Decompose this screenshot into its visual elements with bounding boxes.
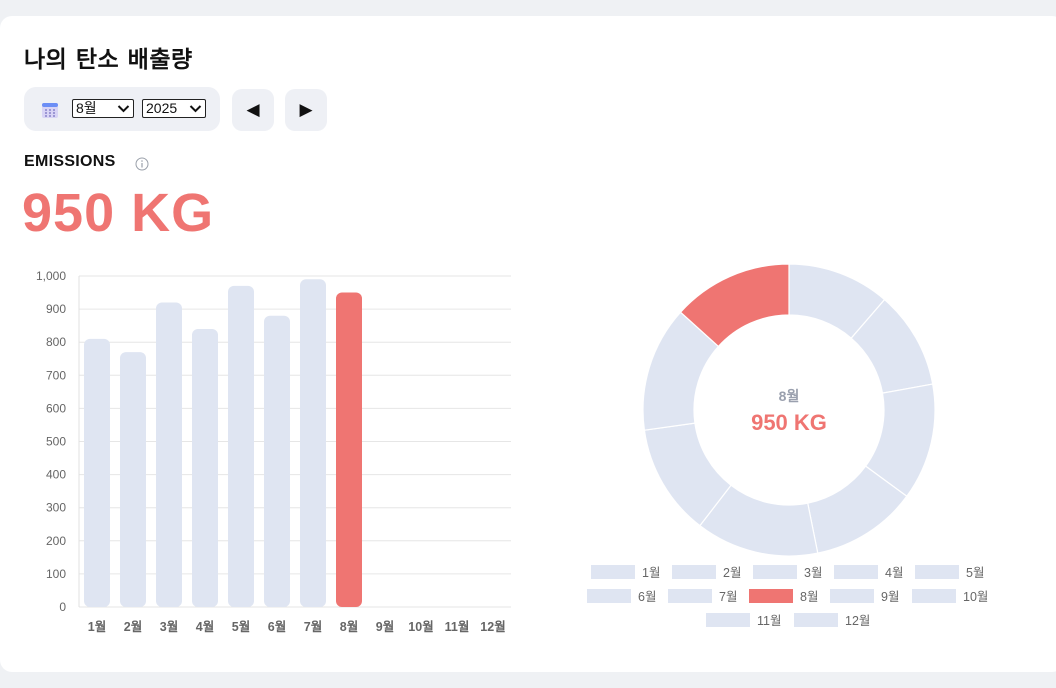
y-tick-label: 400 bbox=[46, 468, 66, 482]
legend-label: 12월 bbox=[845, 614, 870, 628]
legend-label: 1월 bbox=[642, 566, 660, 580]
y-tick-label: 0 bbox=[59, 600, 66, 614]
legend-label: 6월 bbox=[638, 590, 656, 604]
y-tick-label: 900 bbox=[46, 302, 66, 316]
bar bbox=[156, 302, 182, 607]
x-tick-label: 2월 bbox=[124, 619, 142, 634]
legend-swatch bbox=[668, 589, 712, 603]
y-tick-label: 500 bbox=[46, 435, 66, 449]
legend-swatch bbox=[834, 565, 878, 579]
y-tick-label: 700 bbox=[46, 368, 66, 382]
bar bbox=[120, 352, 146, 607]
x-tick-label: 12월 bbox=[480, 619, 505, 634]
charts-canvas: 0 100 200 300 400 500 600 700 800 900 1,000 1월 2월 3월 4… bbox=[36, 263, 988, 634]
legend-swatch bbox=[706, 613, 750, 627]
bar bbox=[228, 285, 254, 607]
legend-swatch bbox=[753, 565, 797, 579]
x-tick-label: 6월 bbox=[268, 619, 286, 634]
x-tick-label: 7월 bbox=[304, 619, 322, 634]
x-tick-label: 10월 bbox=[408, 619, 433, 634]
x-tick-label: 11월 bbox=[445, 619, 470, 634]
legend-swatch bbox=[672, 565, 716, 579]
bar bbox=[264, 315, 290, 607]
y-tick-label: 100 bbox=[46, 567, 66, 581]
legend-swatch bbox=[587, 589, 631, 603]
legend-swatch bbox=[794, 613, 838, 627]
x-tick-label: 3월 bbox=[160, 619, 178, 634]
bar bbox=[300, 279, 326, 607]
bar bbox=[192, 328, 218, 607]
donut-center-label: 8월 bbox=[779, 388, 800, 404]
legend-swatch bbox=[912, 589, 956, 603]
legend-label: 10월 bbox=[963, 590, 988, 604]
y-tick-label: 200 bbox=[46, 534, 66, 548]
legend-label: 5월 bbox=[966, 566, 984, 580]
legend-label: 3월 bbox=[804, 566, 822, 580]
y-tick-label: 600 bbox=[46, 401, 66, 415]
legend-label: 8월 bbox=[800, 590, 818, 604]
legend-label: 9월 bbox=[881, 590, 899, 604]
x-tick-label: 4월 bbox=[196, 619, 214, 634]
y-tick-label: 1,000 bbox=[36, 269, 66, 283]
legend-label: 4월 bbox=[885, 566, 903, 580]
x-tick-label: 8월 bbox=[340, 619, 358, 634]
legend-swatch bbox=[749, 589, 793, 603]
y-tick-label: 300 bbox=[46, 501, 66, 515]
x-tick-label: 5월 bbox=[232, 619, 250, 634]
bar bbox=[84, 338, 110, 607]
legend-label: 7월 bbox=[719, 590, 737, 604]
legend-label: 11월 bbox=[757, 614, 781, 628]
bar bbox=[336, 292, 362, 607]
legend-swatch bbox=[591, 565, 635, 579]
x-tick-label: 1월 bbox=[88, 619, 106, 634]
legend-label: 2월 bbox=[723, 566, 741, 580]
donut-center-value: 950 KG bbox=[751, 410, 827, 435]
y-tick-label: 800 bbox=[46, 335, 66, 349]
legend-swatch bbox=[830, 589, 874, 603]
legend-swatch bbox=[915, 565, 959, 579]
x-tick-label: 9월 bbox=[376, 619, 394, 634]
